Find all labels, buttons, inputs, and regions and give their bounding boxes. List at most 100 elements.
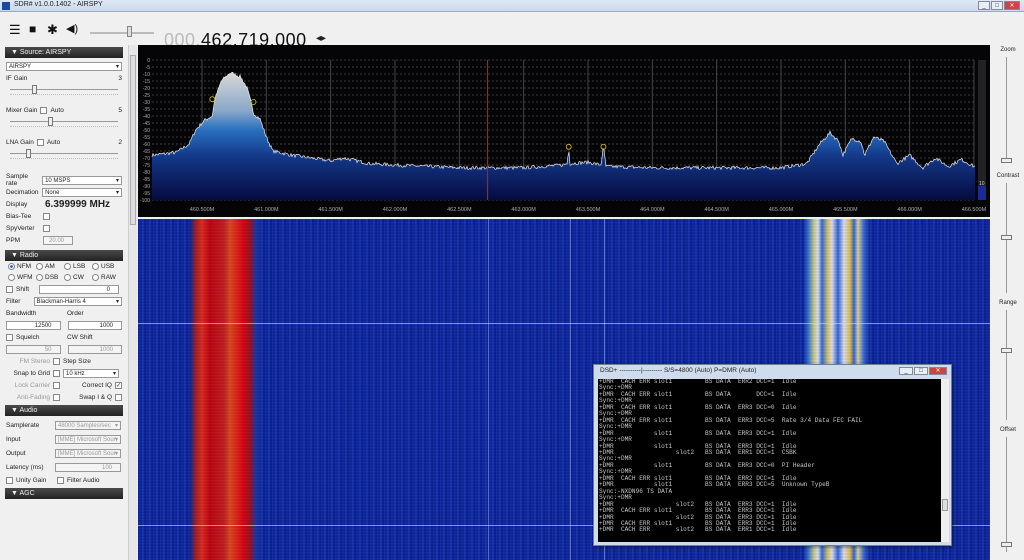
title-bar: SDR# v1.0.0.1402 - AIRSPY _ □ ✕ <box>0 0 1024 12</box>
lock-carrier-label: Lock Carrier <box>14 381 50 389</box>
anti-fading-label: Anti-Fading <box>16 393 50 401</box>
x-tick-label: 466.500M <box>962 207 987 213</box>
ppm-input[interactable]: 20.00 <box>43 235 73 245</box>
x-tick-label: 466.000M <box>897 207 922 213</box>
y-tick-label: -85 <box>143 177 150 183</box>
level-meter <box>978 60 986 200</box>
squelch-checkbox[interactable] <box>6 333 13 341</box>
mixer-auto-checkbox[interactable] <box>40 106 48 114</box>
order-label: Order <box>67 309 84 317</box>
lna-gain-slider[interactable] <box>10 148 118 162</box>
y-tick-label: -75 <box>143 163 150 169</box>
dsd-window-title: DSD+ ----------|--------- S/S=4800 (Auto… <box>600 367 757 374</box>
zoom-slider[interactable] <box>1001 158 1012 163</box>
audio-samplerate-select[interactable]: 48000 Samples/sec <box>55 420 121 430</box>
mixer-gain-slider[interactable] <box>10 116 118 130</box>
y-tick-label: -10 <box>143 72 150 78</box>
y-tick-label: -100 <box>140 198 150 204</box>
input-select[interactable]: [MME] Microsoft Soun <box>55 434 121 444</box>
lna-auto-label: Auto <box>46 138 61 146</box>
correct-iq-checkbox[interactable]: ✓ <box>115 381 122 389</box>
stop-icon[interactable]: ■ <box>29 23 36 36</box>
order-input[interactable]: 1000 <box>67 320 122 330</box>
contrast-label: Contrast <box>996 173 1020 179</box>
swap-iq-checkbox[interactable] <box>115 393 122 401</box>
filter-audio-checkbox[interactable] <box>57 476 64 484</box>
y-tick-label: -60 <box>143 142 150 148</box>
mode-radio-raw[interactable]: RAW <box>92 274 120 281</box>
contrast-slider[interactable] <box>1001 235 1012 240</box>
source-panel-header[interactable]: ▼ Source: AIRSPY <box>5 47 123 58</box>
minimize-button[interactable]: _ <box>978 1 990 10</box>
audio-panel-header[interactable]: ▼ Audio <box>5 405 123 416</box>
volume-slider-thumb[interactable] <box>127 26 132 37</box>
console-scrollbar[interactable] <box>941 379 949 542</box>
volume-slider[interactable] <box>90 32 154 34</box>
maximize-button[interactable]: □ <box>991 1 1003 10</box>
if-gain-value: 3 <box>118 74 122 82</box>
bias-tee-label: Bias-Tee <box>6 212 32 220</box>
mixer-auto-label: Auto <box>50 106 64 114</box>
menu-icon[interactable]: ☰ <box>9 23 21 36</box>
step-size-select[interactable]: 10 kHz <box>63 368 119 378</box>
latency-label: Latency (ms) <box>6 463 44 471</box>
unity-gain-checkbox[interactable] <box>6 476 13 484</box>
anti-fading-checkbox[interactable] <box>53 393 60 401</box>
squelch-input[interactable]: 50 <box>6 344 61 354</box>
output-select[interactable]: [MME] Microsoft Soun <box>55 448 121 458</box>
spyverter-checkbox[interactable] <box>43 224 50 232</box>
offset-label: Offset <box>1000 427 1016 433</box>
decimation-select[interactable]: None <box>42 187 122 197</box>
snap-to-grid-checkbox[interactable] <box>53 369 60 377</box>
y-tick-label: -35 <box>143 107 150 113</box>
bias-tee-checkbox[interactable] <box>43 212 50 220</box>
y-tick-label: -80 <box>143 170 150 176</box>
if-gain-slider[interactable] <box>10 84 118 98</box>
mode-radio-nfm[interactable]: NFM <box>8 263 36 270</box>
agc-panel-header[interactable]: ▼ AGC <box>5 488 123 499</box>
offset-slider[interactable] <box>1001 542 1012 547</box>
shift-input[interactable]: 0 <box>39 284 119 294</box>
output-label: Output <box>6 449 26 457</box>
filter-select[interactable]: Blackman-Harris 4 <box>33 296 122 306</box>
x-tick-label: 465.500M <box>833 207 858 213</box>
lock-carrier-checkbox[interactable] <box>53 381 60 389</box>
bandwidth-input[interactable]: 12500 <box>6 320 61 330</box>
shift-checkbox[interactable] <box>6 285 13 293</box>
dsd-minimize-button[interactable]: _ <box>899 367 913 375</box>
sample-rate-select[interactable]: 10 MSPS <box>42 175 122 185</box>
y-tick-label: 0 <box>147 58 150 64</box>
gear-icon[interactable]: ✱ <box>47 23 58 36</box>
mixer-gain-label: Mixer Gain <box>6 106 38 114</box>
spectrum-plot[interactable]: 0-5-10-15-20-25-30-35-40-45-50-55-60-65-… <box>138 45 990 217</box>
y-tick-label: -55 <box>143 135 150 141</box>
dsd-console-window[interactable]: DSD+ ----------|--------- S/S=4800 (Auto… <box>593 364 952 546</box>
dsd-close-button[interactable]: ✕ <box>929 367 947 375</box>
mode-radio-wfm[interactable]: WFM <box>8 274 36 281</box>
cw-shift-input[interactable]: 1000 <box>67 344 122 354</box>
mode-radio-usb[interactable]: USB <box>92 263 120 270</box>
speaker-icon[interactable]: ◀) <box>66 23 78 36</box>
mode-radio-lsb[interactable]: LSB <box>64 263 92 270</box>
panel-scrollbar[interactable] <box>128 45 137 560</box>
toolbar: ☰ ■ ✱ ◀) 000.462.719.000 ◂▸ <box>0 14 1024 51</box>
bandwidth-label: Bandwidth <box>6 309 37 317</box>
dsd-maximize-button[interactable]: □ <box>914 367 928 375</box>
latency-input[interactable]: 100 <box>55 462 121 472</box>
fm-stereo-checkbox[interactable] <box>53 357 60 365</box>
device-select[interactable]: AIRSPY <box>6 61 122 71</box>
close-button[interactable]: ✕ <box>1004 1 1020 10</box>
y-tick-label: -95 <box>143 191 150 197</box>
mode-radio-am[interactable]: AM <box>36 263 64 270</box>
spectrum-analyzer[interactable]: 0 -5 -10 -15 -20 -25 -30 -35 -40 -45 -50 -55 -60 -65-… <box>138 45 990 217</box>
tuning-arrows-icon[interactable]: ◂▸ <box>316 33 326 44</box>
lna-auto-checkbox[interactable] <box>36 138 44 146</box>
mode-radio-dsb[interactable]: DSB <box>36 274 64 281</box>
range-slider[interactable] <box>1001 348 1012 353</box>
mode-radio-group: NFM AM LSB USB WFM DSB CW RAW <box>8 263 120 281</box>
correct-iq-label: Correct IQ <box>82 381 112 389</box>
app-icon <box>2 2 10 10</box>
radio-panel-header[interactable]: ▼ Radio <box>5 250 123 261</box>
mode-radio-cw[interactable]: CW <box>64 274 92 281</box>
control-panel: ▼ Source: AIRSPY AIRSPY IF Gain 3 Mixer G… <box>0 45 128 560</box>
